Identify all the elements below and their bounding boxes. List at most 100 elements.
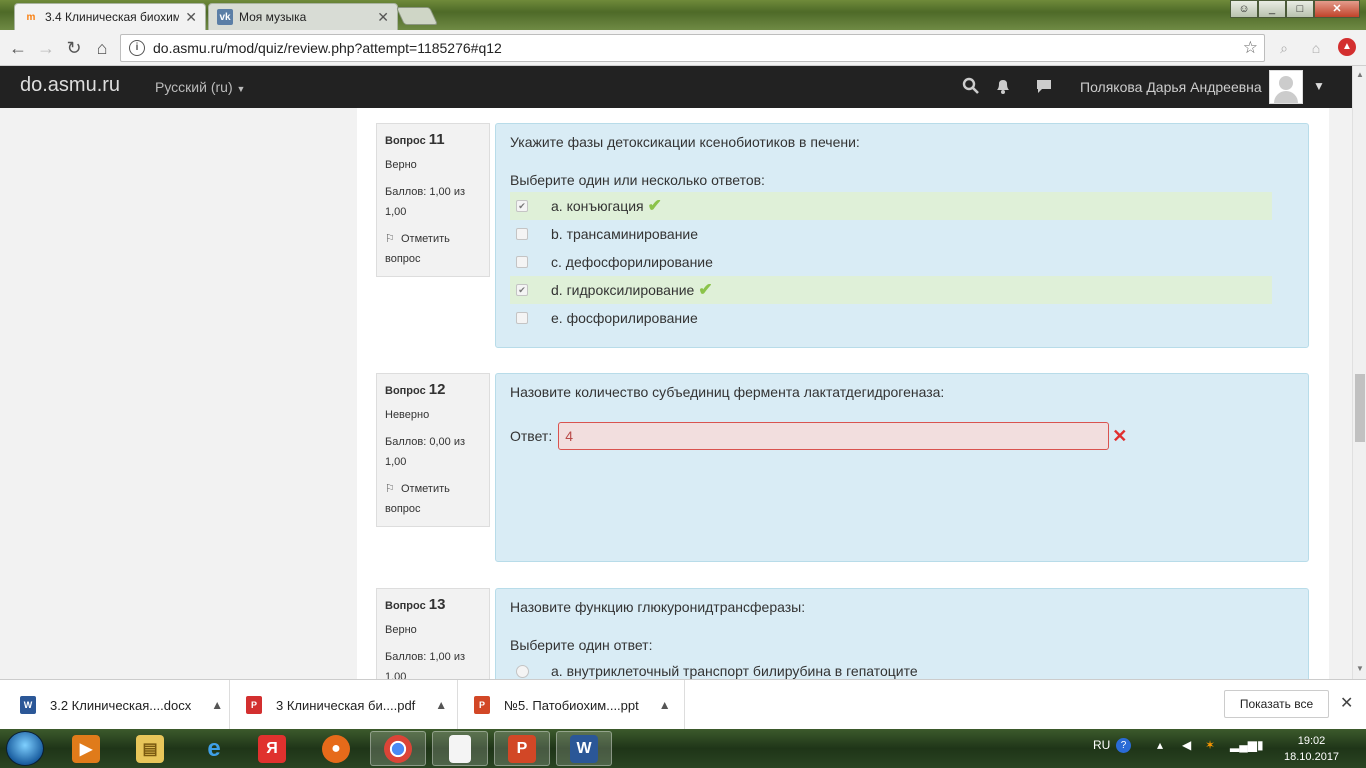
radio-button[interactable] — [516, 665, 529, 678]
home-icon[interactable]: ⌂ — [90, 36, 114, 60]
moodle-icon: m — [26, 11, 36, 23]
maximize-button[interactable]: □ — [1286, 0, 1314, 18]
language-menu[interactable]: Русский (ru) ▼ — [155, 79, 245, 95]
page-scrollbar[interactable]: ▲ ▼ — [1352, 66, 1366, 679]
question-text: Назовите количество субъединиц фермента … — [510, 384, 945, 400]
answer-option[interactable]: e. фосфорилирование — [510, 304, 1294, 332]
checkbox[interactable] — [516, 228, 528, 240]
internet-explorer-icon[interactable]: e — [186, 731, 242, 766]
download-item[interactable]: W 3.2 Клиническая....docx ▲ — [0, 680, 230, 730]
file-explorer-icon[interactable]: ▤ — [122, 731, 178, 766]
option-label: e. фосфорилирование — [551, 310, 698, 326]
question-number-value: 11 — [428, 131, 445, 148]
flag-icon: ⚐ — [385, 233, 395, 245]
answer-option[interactable]: a. внутриклеточный транспорт билирубина … — [510, 657, 1294, 679]
show-all-downloads-button[interactable]: Показать все — [1224, 690, 1329, 718]
volume-icon[interactable]: ◀ — [1182, 738, 1191, 752]
back-icon[interactable]: ← — [6, 36, 30, 60]
close-tab-icon[interactable]: ✕ — [377, 9, 389, 26]
close-icon[interactable]: ✕ — [1340, 693, 1353, 713]
scroll-up-icon[interactable]: ▲ — [1356, 70, 1364, 79]
question-number: Вопрос 13 — [385, 595, 481, 616]
notification-bell-icon[interactable] — [994, 77, 1012, 100]
info-icon[interactable]: i — [129, 40, 145, 56]
word-icon[interactable]: W — [556, 731, 612, 766]
search-icon[interactable] — [962, 77, 980, 100]
avatar[interactable] — [1269, 70, 1303, 104]
notepad-icon[interactable] — [432, 731, 488, 766]
flag-question-link[interactable]: ⚐ Отметить вопрос — [385, 229, 481, 269]
question-number-label: Вопрос — [385, 385, 426, 397]
scrollbar-thumb[interactable] — [1355, 374, 1365, 442]
option-label: d. гидроксилирование — [551, 282, 695, 298]
window-controls: ☺ _ □ ✕ — [1230, 0, 1360, 18]
question-number-value: 13 — [428, 596, 446, 613]
checkbox[interactable] — [516, 312, 528, 324]
address-bar[interactable]: i do.asmu.ru/mod/quiz/review.php?attempt… — [120, 34, 1265, 62]
search-extension-icon[interactable]: ⌕ — [1274, 38, 1294, 58]
tab-title: 3.4 Клиническая биохим — [45, 10, 180, 24]
chevron-down-icon: ▼ — [236, 84, 246, 94]
flag-question-link[interactable]: ⚐ Отметить вопрос — [385, 479, 481, 519]
download-filename: 3.2 Клиническая....docx — [50, 697, 192, 713]
chrome-icon[interactable] — [370, 731, 426, 766]
question-number: Вопрос 12 — [385, 380, 481, 401]
user-name[interactable]: Полякова Дарья Андреевна — [1080, 79, 1262, 95]
tray-arrow-icon[interactable]: ▴ — [1157, 738, 1163, 752]
chevron-up-icon[interactable]: ▲ — [435, 698, 447, 712]
scroll-down-icon[interactable]: ▼ — [1356, 664, 1364, 673]
network-signal-icon[interactable]: ▂▄▆ — [1230, 738, 1257, 752]
extension-icon[interactable]: ▲ — [1338, 38, 1356, 56]
answer-prompt: Выберите один или несколько ответов: — [510, 172, 765, 188]
messages-icon[interactable] — [1035, 77, 1053, 100]
reload-icon[interactable]: ↻ — [62, 36, 86, 60]
question-text: Укажите фазы детоксикации ксенобиотиков … — [510, 134, 860, 150]
option-label: a. внутриклеточный транспорт билирубина … — [551, 663, 918, 679]
answer-field[interactable]: 4 — [558, 422, 1110, 450]
new-tab-button[interactable] — [395, 7, 439, 25]
yandex-browser-icon[interactable]: Я — [244, 731, 300, 766]
checkbox-checked[interactable]: ✔ — [516, 200, 528, 212]
checkbox-checked[interactable]: ✔ — [516, 284, 528, 296]
tab-music[interactable]: vk Моя музыка ✕ — [208, 3, 398, 30]
answer-option[interactable]: ✔ a. конъюгация ✔ — [510, 192, 1272, 220]
avast-icon[interactable]: ✶ — [1205, 738, 1215, 752]
downloads-bar: W 3.2 Клиническая....docx ▲ P 3 Клиничес… — [0, 679, 1366, 730]
system-clock[interactable]: 19:02 18.10.2017 — [1284, 733, 1339, 765]
user-menu-chevron-icon[interactable]: ▼ — [1313, 79, 1325, 93]
right-gutter — [1329, 108, 1352, 679]
question-grade: Баллов: 0,00 из 1,00 — [385, 436, 466, 468]
home-extension-icon[interactable]: ⌂ — [1306, 38, 1326, 58]
option-label: c. дефосфорилирование — [551, 254, 713, 270]
user-icon[interactable]: ☺ — [1230, 0, 1258, 18]
chevron-up-icon[interactable]: ▲ — [659, 698, 671, 712]
battery-icon[interactable]: ▮ — [1257, 738, 1264, 752]
forward-icon[interactable]: → — [34, 36, 58, 60]
chevron-up-icon[interactable]: ▲ — [211, 698, 223, 712]
answer-option[interactable]: c. дефосфорилирование — [510, 248, 1294, 276]
language-indicator[interactable]: RU — [1093, 738, 1110, 752]
bookmark-star-icon[interactable]: ☆ — [1243, 38, 1258, 58]
start-button[interactable] — [6, 731, 44, 766]
download-item[interactable]: P №5. Патобиохим....ppt ▲ — [458, 680, 685, 730]
minimize-button[interactable]: _ — [1258, 0, 1286, 18]
tab-quiz[interactable]: m 3.4 Клиническая биохим ✕ — [14, 3, 206, 30]
help-icon[interactable]: ? — [1116, 738, 1131, 753]
site-navbar: do.asmu.ru Русский (ru) ▼ Полякова Дарья… — [0, 66, 1352, 108]
firefox-icon[interactable]: ● — [308, 731, 364, 766]
question-content-13: Назовите функцию глюкуронидтрансферазы: … — [495, 588, 1309, 679]
media-player-icon[interactable]: ▶ — [58, 731, 114, 766]
question-number: Вопрос 11 — [385, 130, 481, 151]
question-grade: Баллов: 1,00 из 1,00 — [385, 186, 466, 218]
close-tab-icon[interactable]: ✕ — [185, 9, 197, 26]
download-item[interactable]: P 3 Клиническая би....pdf ▲ — [230, 680, 458, 730]
answer-option[interactable]: ✔ d. гидроксилирование ✔ — [510, 276, 1272, 304]
powerpoint-icon[interactable]: P — [494, 731, 550, 766]
checkbox[interactable] — [516, 256, 528, 268]
site-brand[interactable]: do.asmu.ru — [20, 74, 120, 97]
left-gutter — [0, 108, 357, 679]
close-window-button[interactable]: ✕ — [1314, 0, 1360, 18]
clock-time: 19:02 — [1297, 735, 1326, 747]
answer-option[interactable]: b. трансаминирование — [510, 220, 1294, 248]
clock-date: 18.10.2017 — [1284, 751, 1340, 763]
